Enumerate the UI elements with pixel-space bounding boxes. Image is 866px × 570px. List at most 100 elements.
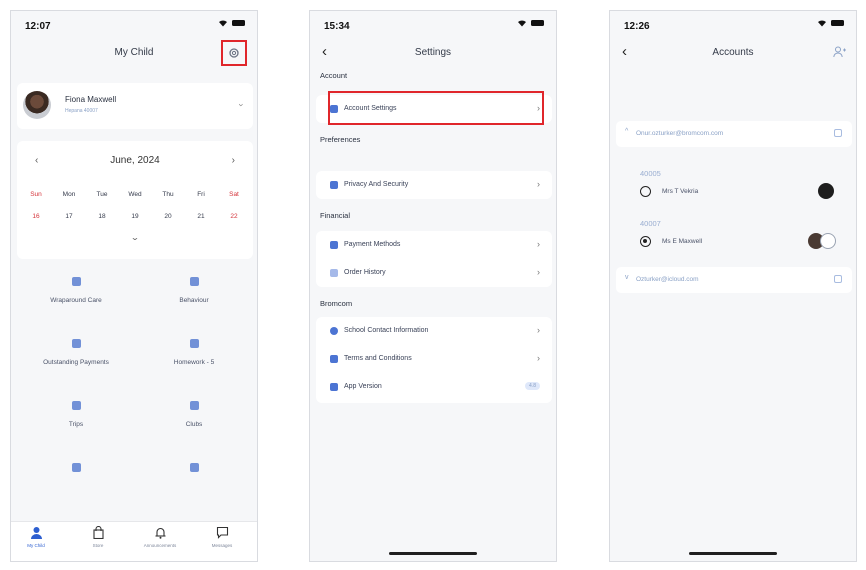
row-label: Payment Methods [344,241,401,248]
weekday-label: Tue [96,191,108,198]
status-bar: 12:26 [610,11,856,37]
chevron-right-icon: › [537,179,540,189]
weekday-labels: Sun Mon Tue Wed Thu Fri Sat [21,191,249,198]
privacy-security-row[interactable]: Privacy And Security › [316,171,552,199]
order-history-row[interactable]: Order History › [316,259,552,287]
date-cell[interactable]: 21 [186,213,216,220]
date-cell[interactable]: 17 [54,213,84,220]
school-id: 40005 [640,169,661,178]
child-selector[interactable]: Fiona Maxwell Hepana 40007 › [17,83,253,129]
preferences-group: Privacy And Security › [316,171,552,199]
tab-store[interactable]: Store [73,526,123,548]
radio-icon[interactable] [640,186,651,197]
lock-icon [330,181,338,189]
tab-messages[interactable]: Messages [197,526,247,548]
child-name: Fiona Maxwell [65,95,117,104]
student-name: Mrs T Vekria [662,188,699,195]
chevron-right-icon: › [537,239,540,249]
wifi-icon [518,20,526,27]
tab-label: My Child [27,543,45,548]
child-subtitle: Hepana 40007 [65,108,98,114]
secondary-account-row[interactable]: v Ozturker@icloud.com [616,267,852,293]
status-icons [817,19,844,27]
chevron-down-icon: v [625,274,629,281]
nav-bar: My Child [11,37,257,69]
homework-icon [189,339,199,348]
phone-icon [330,383,338,391]
tab-bar: My Child Store Announcements Messages [11,521,257,561]
tab-announcements[interactable]: Announcements [135,526,185,548]
add-user-icon[interactable] [833,46,846,58]
row-label: School Contact Information [344,327,429,334]
tile-homework[interactable]: Homework - 5 [135,335,253,381]
battery-icon [531,20,544,26]
primary-account-row[interactable]: ^ Onur.ozturker@bromcom.com [616,121,852,147]
avatar [23,91,51,119]
student-row[interactable]: Mrs T Vekria [616,181,852,203]
row-label: Privacy And Security [344,181,409,188]
chevron-right-icon: › [537,353,540,363]
tile-outstanding-payments[interactable]: Outstanding Payments [17,335,135,381]
section-financial: Financial [320,211,351,220]
tab-label: Messages [211,543,233,548]
status-bar: 12:07 [11,11,257,37]
home-indicator [389,552,477,555]
highlight-box [328,91,544,125]
weekday-label: Sat [229,191,239,198]
tile-wraparound-care[interactable]: Wraparound Care [17,273,135,319]
chevron-right-icon: › [537,325,540,335]
weekday-label: Wed [128,191,142,198]
tile-label: Wraparound Care [50,297,102,304]
row-label: Terms and Conditions [344,355,412,362]
card-icon [330,241,338,249]
payments-icon [71,339,81,348]
date-cell[interactable]: 20 [153,213,183,220]
section-bromcom: Bromcom [320,299,353,308]
chevron-up-icon: ^ [625,128,629,135]
switch-account-icon[interactable] [834,129,842,137]
expand-calendar-icon[interactable]: ⌄ [11,233,257,242]
weekday-label: Thu [162,191,174,198]
tab-my-child[interactable]: My Child [11,526,61,548]
tile-clubs[interactable]: Clubs [135,397,253,443]
status-time: 12:26 [624,21,650,32]
avatar [820,233,836,249]
switch-account-icon[interactable] [834,275,842,283]
tile-more-1[interactable] [17,459,135,505]
date-cell[interactable]: 18 [87,213,117,220]
date-cell[interactable]: 19 [120,213,150,220]
nav-bar: ‹ Settings [310,37,556,69]
chevron-right-icon: › [537,267,540,277]
tile-trips[interactable]: Trips [17,397,135,443]
account-email: Ozturker@icloud.com [636,276,699,283]
tile-behaviour[interactable]: Behaviour [135,273,253,319]
person-icon [30,527,42,539]
date-cell[interactable]: 16 [21,213,51,220]
calendar: ‹ June, 2024 › Sun Mon Tue Wed Thu Fri S… [17,141,253,259]
info-icon [330,327,338,335]
row-label: Order History [344,269,386,276]
section-account: Account [320,71,348,80]
financial-group: Payment Methods › Order History › [316,231,552,287]
terms-row[interactable]: Terms and Conditions › [316,345,552,373]
tile-more-2[interactable] [135,459,253,505]
school-contact-row[interactable]: School Contact Information › [316,317,552,345]
module-grid: Wraparound Care Behaviour Outstanding Pa… [17,273,253,515]
payment-methods-row[interactable]: Payment Methods › [316,231,552,259]
student-row[interactable]: Ms E Maxwell [616,231,852,253]
accounts-screen: 12:26 ‹ Accounts ^ Onur.ozturker@bromcom… [609,10,857,562]
app-version-row: App Version 4.8 [316,373,552,401]
student-name: Ms E Maxwell [662,238,703,245]
tile-label: Clubs [185,421,203,428]
radio-icon[interactable] [640,236,651,247]
document-icon [330,355,338,363]
date-cell[interactable]: 22 [219,213,249,220]
bromcom-group: School Contact Information › Terms and C… [316,317,552,403]
page-title: Accounts [712,47,754,58]
settings-button[interactable] [221,40,247,66]
chevron-right-icon[interactable]: › [232,155,235,166]
chevron-down-icon: › [236,103,247,107]
status-icons [517,19,544,27]
version-badge: 4.8 [525,382,540,390]
home-indicator [689,552,777,555]
